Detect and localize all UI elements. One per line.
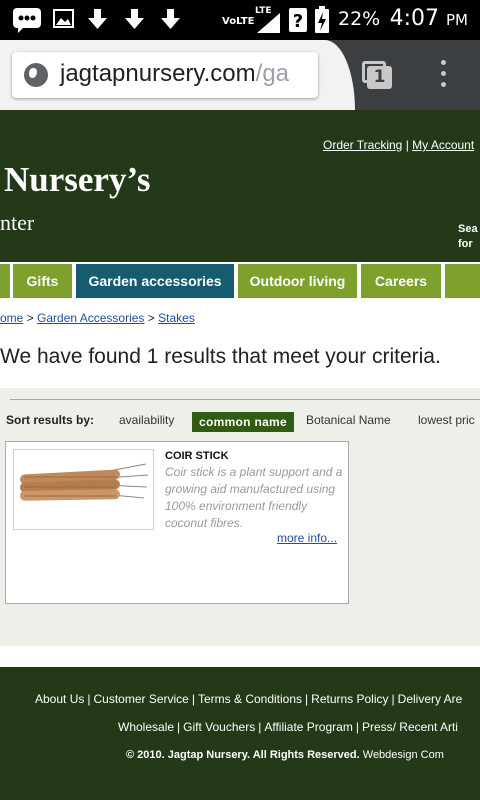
url-bar[interactable]: jagtapnursery.com/ga — [12, 52, 318, 98]
search-label-line1: Sea — [458, 223, 478, 235]
breadcrumb-separator: > — [26, 311, 34, 325]
footer-link-about-us[interactable]: About Us — [35, 692, 84, 706]
copyright: © 2010. Jagtap Nursery. All Rights Reser… — [126, 749, 444, 761]
product-description: Coir stick is a plant support and a grow… — [165, 465, 343, 530]
tab-count: 1 — [367, 66, 392, 89]
chat-notification-icon — [13, 8, 41, 33]
coir-stick-image — [20, 463, 149, 501]
globe-icon — [24, 63, 48, 87]
footer-links-row1: About Us | Customer Service | Terms & Condit… — [35, 692, 463, 706]
order-tracking-link[interactable]: Order Tracking — [323, 138, 402, 152]
clock-time: 4:07 — [389, 6, 439, 31]
footer-link-affiliate[interactable]: Affiliate Program — [264, 720, 352, 734]
breadcrumb-garden-accessories[interactable]: Garden Accessories — [37, 311, 144, 325]
svg-text:?: ? — [293, 11, 303, 32]
image-notification-icon — [53, 9, 74, 28]
footer-link-terms[interactable]: Terms & Conditions — [198, 692, 302, 706]
tab-switcher-button[interactable]: 1 — [362, 61, 392, 89]
overflow-menu-icon[interactable] — [441, 60, 447, 90]
product-card: COIR STICK Coir stick is a plant support… — [5, 441, 349, 604]
search-label-line2: for — [458, 238, 473, 250]
sort-label: Sort results by: — [6, 413, 95, 427]
brand-title[interactable]: Nursery’s — [4, 160, 150, 200]
webdesign-credit[interactable]: Webdesign Com — [360, 749, 444, 761]
nav-item-careers[interactable]: Careers — [361, 264, 441, 298]
results-area: Sort results by: availability common nam… — [0, 388, 480, 646]
footer-link-returns[interactable]: Returns Policy — [311, 692, 388, 706]
download-icon — [161, 9, 180, 29]
breadcrumb-home[interactable]: ome — [0, 311, 23, 325]
wifi-unknown-icon: ? — [289, 8, 307, 32]
account-links: Order Tracking | My Account — [323, 138, 475, 152]
footer-links-row2: Wholesale | Gift Vouchers | Affiliate Progra… — [118, 720, 458, 734]
breadcrumb-stakes[interactable]: Stakes — [158, 311, 195, 325]
download-icon — [125, 9, 144, 29]
clock-ampm: PM — [446, 11, 468, 29]
footer-link-gift-vouchers[interactable]: Gift Vouchers — [183, 720, 255, 734]
more-info-link[interactable]: more info... — [277, 531, 337, 545]
sort-option-common-name[interactable]: common name — [192, 412, 294, 432]
battery-percent: 22% — [338, 8, 381, 30]
url-domain: jagtapnursery.com — [60, 60, 256, 87]
sort-option-lowest-price[interactable]: lowest pric — [418, 413, 475, 427]
footer-link-wholesale[interactable]: Wholesale — [118, 720, 174, 734]
nav-item-cut-left[interactable] — [0, 264, 10, 298]
product-image[interactable] — [13, 449, 154, 530]
results-heading: We have found 1 results that meet your c… — [0, 345, 441, 368]
battery-icon — [315, 6, 329, 33]
search-label: Sea for — [458, 222, 478, 252]
nav-item-gifts[interactable]: Gifts — [13, 264, 72, 298]
url-text[interactable]: jagtapnursery.com/ga — [60, 60, 289, 88]
product-name[interactable]: COIR STICK — [165, 450, 229, 462]
browser-toolbar: jagtapnursery.com/ga 1 — [0, 40, 480, 110]
copyright-text: © 2010. Jagtap Nursery. All Rights Reser… — [126, 749, 360, 761]
nav-item-garden-accessories[interactable]: Garden accessories — [76, 264, 234, 298]
address-bar-area: jagtapnursery.com/ga — [0, 40, 355, 110]
download-icon — [88, 9, 107, 29]
footer-link-delivery[interactable]: Delivery Are — [398, 692, 463, 706]
breadcrumb: ome > Garden Accessories > Stakes — [0, 311, 195, 325]
footer-link-customer-service[interactable]: Customer Service — [93, 692, 188, 706]
my-account-link[interactable]: My Account — [412, 138, 474, 152]
status-bar: VoLTE LTE ? 22% 4:07 PM — [0, 0, 480, 40]
footer-link-press[interactable]: Press/ Recent Arti — [362, 720, 458, 734]
signal-icon — [257, 13, 280, 33]
clock: 4:07 PM — [390, 6, 468, 31]
divider — [10, 399, 480, 400]
url-path: /ga — [255, 60, 290, 87]
nav-item-outdoor-living[interactable]: Outdoor living — [238, 264, 357, 298]
sort-option-botanical-name[interactable]: Botanical Name — [306, 413, 391, 427]
main-nav: Gifts Garden accessories Outdoor living … — [0, 262, 480, 302]
site-header: Order Tracking | My Account Nursery’s nt… — [0, 110, 480, 262]
sort-option-availability[interactable]: availability — [119, 413, 174, 427]
nav-item-cut-right[interactable] — [445, 264, 480, 298]
volte-label: VoLTE — [222, 16, 255, 27]
breadcrumb-separator: > — [147, 311, 155, 325]
site-footer: About Us | Customer Service | Terms & Condit… — [0, 667, 480, 800]
brand-subtitle: nter — [0, 210, 35, 235]
